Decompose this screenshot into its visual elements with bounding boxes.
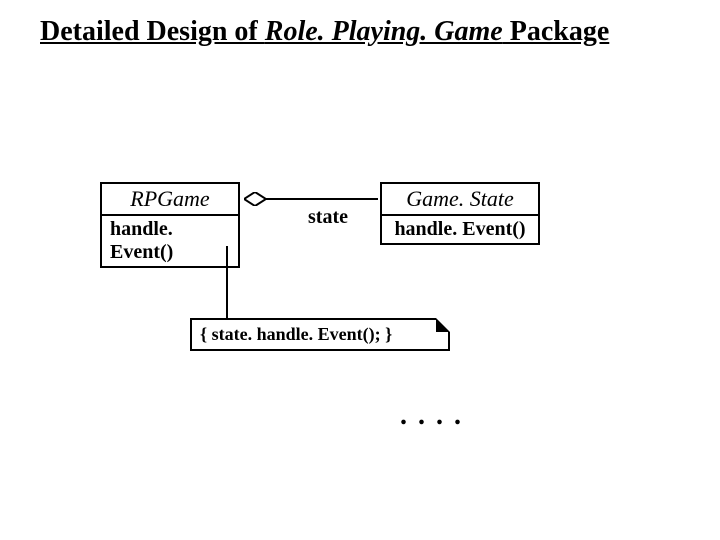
gamestate-method: handle. Event() [380, 215, 540, 245]
uml-class-gamestate: Game. State handle. Event() [380, 182, 540, 245]
aggregation-diamond-icon [244, 192, 266, 206]
note-connector [226, 246, 228, 318]
rpgame-method: handle. Event() [100, 215, 240, 268]
association-role-label: state [308, 206, 348, 229]
title-italic: Role. Playing. Game [265, 16, 503, 47]
slide: Detailed Design of Role. Playing. Game P… [0, 0, 720, 540]
note-dogear-icon [437, 320, 448, 331]
note-body: { state. handle. Event(); } [200, 324, 392, 344]
slide-title: Detailed Design of Role. Playing. Game P… [40, 16, 680, 48]
title-prefix: Detailed Design of [40, 16, 265, 47]
uml-note: { state. handle. Event(); } [190, 318, 450, 351]
uml-class-rpgame: RPGame handle. Event() [100, 182, 240, 268]
gamestate-name: Game. State [380, 182, 540, 215]
ellipsis: . . . . [400, 400, 463, 432]
rpgame-name: RPGame [100, 182, 240, 215]
title-suffix: Package [503, 16, 610, 47]
